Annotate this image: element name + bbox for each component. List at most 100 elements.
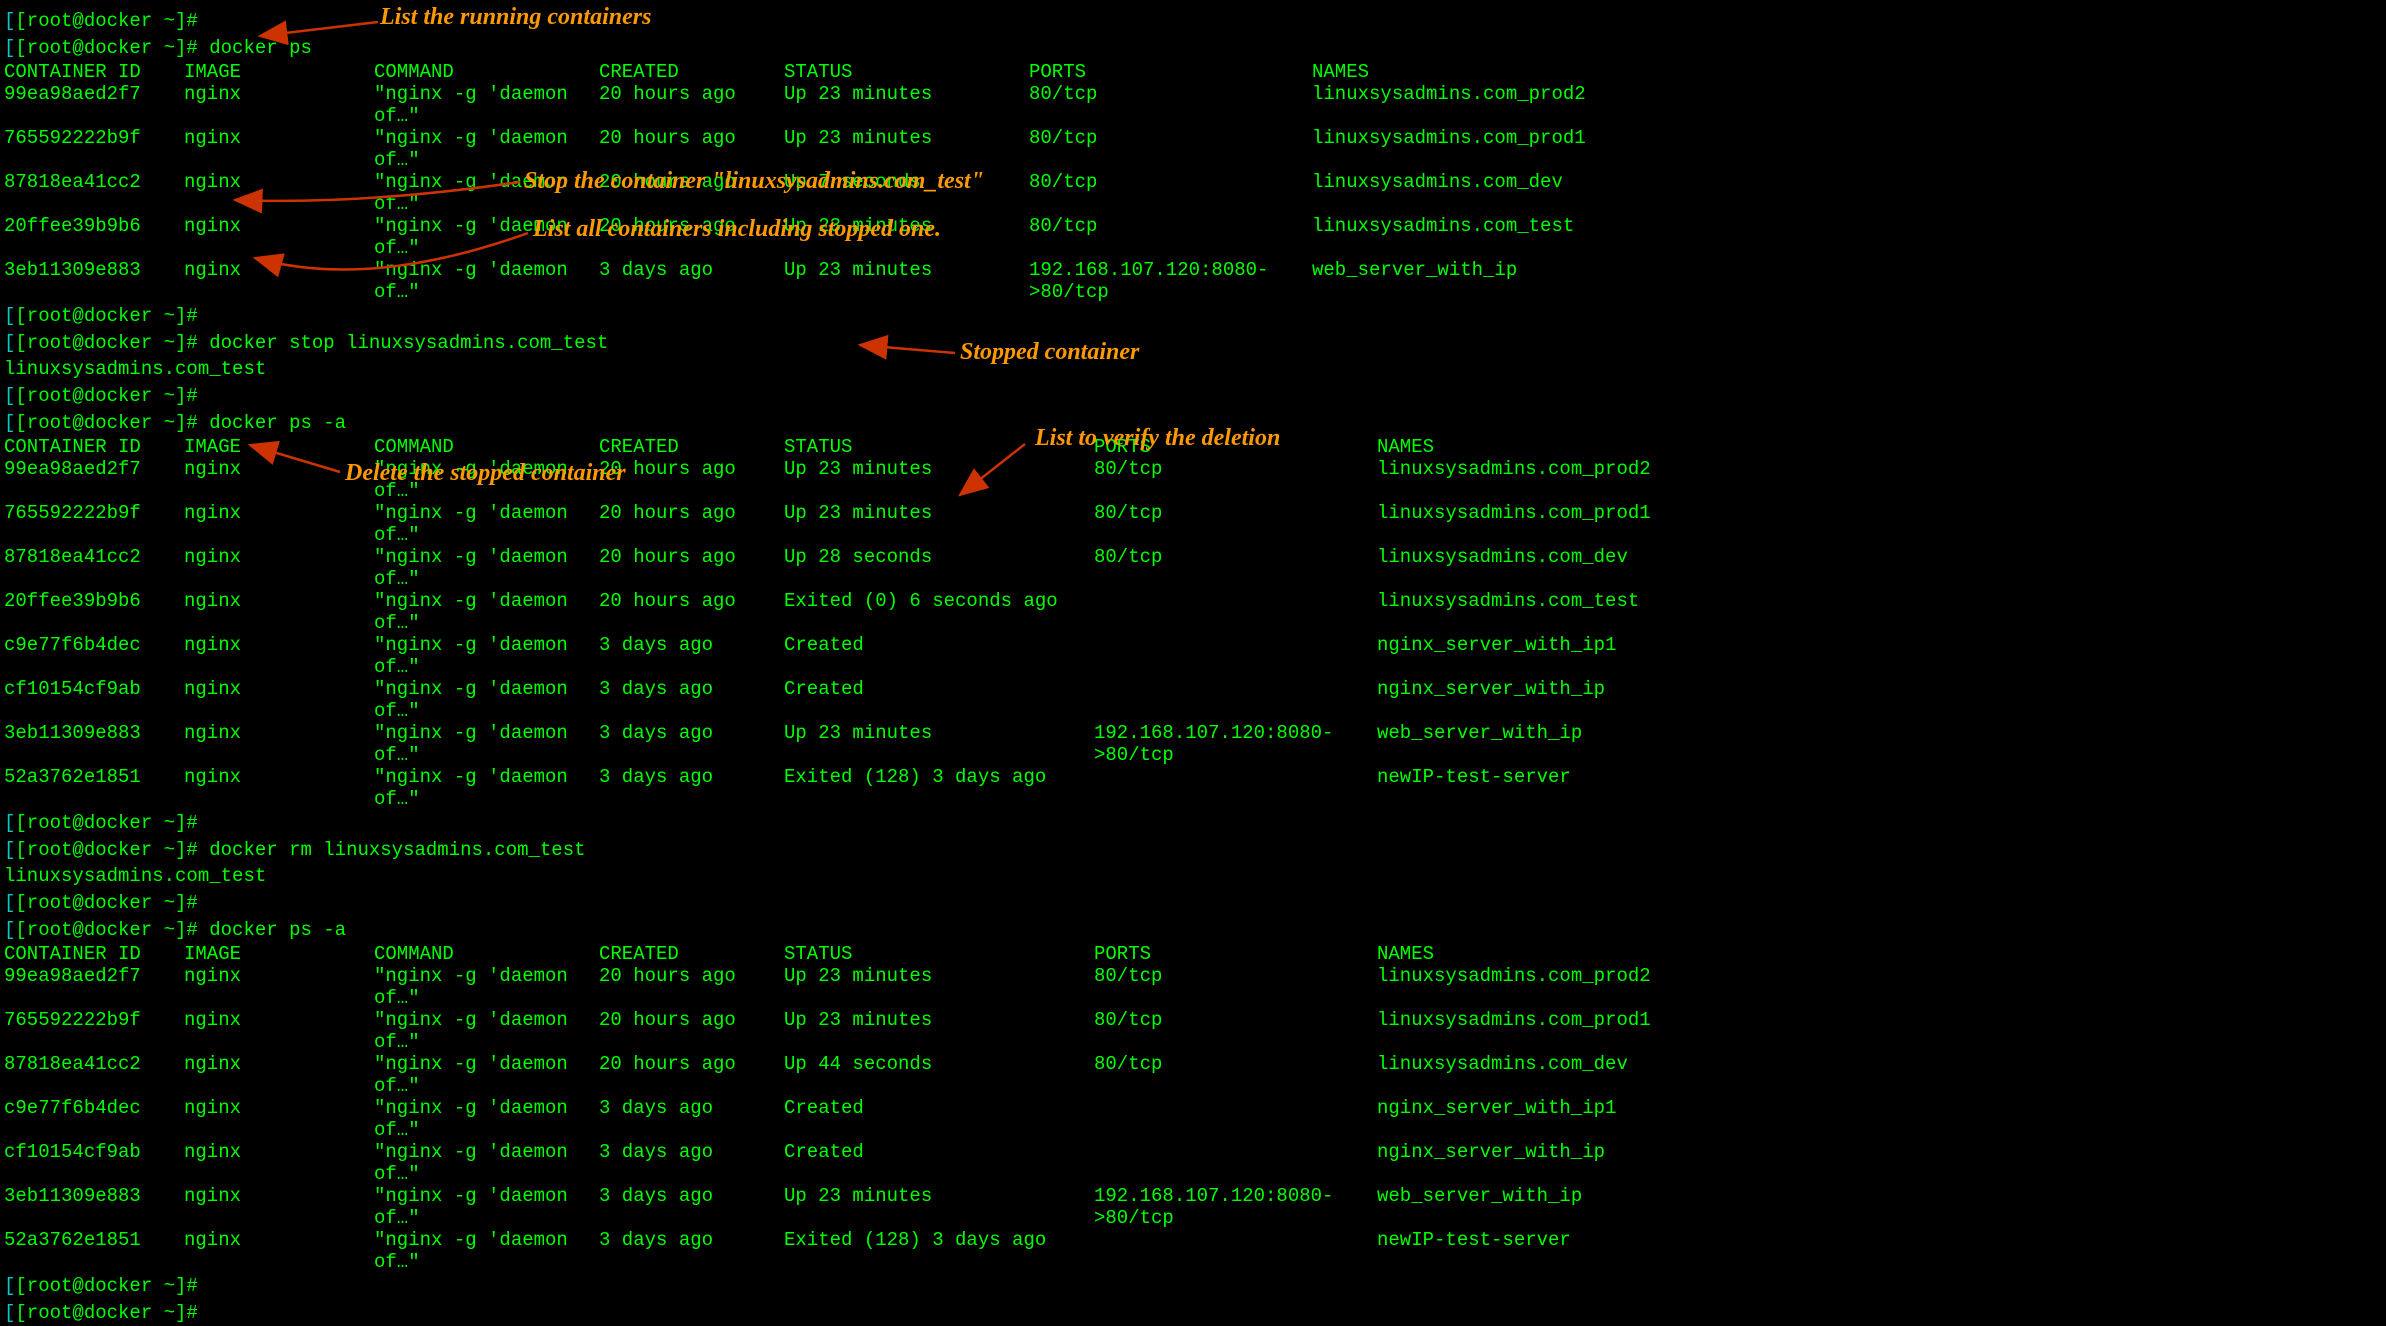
image-cell: nginx [184, 965, 374, 1009]
command-cell: "nginx -g 'daemon of…" [374, 766, 599, 810]
table-row: cf10154cf9abnginx"nginx -g 'daemon of…"3… [4, 1141, 2382, 1185]
image-cell: nginx [184, 1009, 374, 1053]
prompt-line: [[root@docker ~]# [4, 890, 2382, 917]
table-row: 52a3762e1851nginx"nginx -g 'daemon of…"3… [4, 1229, 2382, 1273]
id-cell: 20ffee39b9b6 [4, 590, 184, 634]
command-cell: "nginx -g 'daemon of…" [374, 1185, 599, 1229]
created-cell: 20 hours ago [599, 1009, 784, 1053]
names-cell: linuxsysadmins.com_test [1377, 590, 2382, 634]
names-cell: nginx_server_with_ip [1377, 678, 2382, 722]
names-cell: linuxsysadmins.com_prod2 [1312, 83, 2382, 127]
status-cell: Up 44 seconds [784, 1053, 1094, 1097]
created-cell: 3 days ago [599, 678, 784, 722]
ports-cell: 80/tcp [1029, 127, 1312, 171]
ports-cell: 192.168.107.120:8080->80/tcp [1029, 259, 1312, 303]
id-cell: 87818ea41cc2 [4, 546, 184, 590]
id-cell: c9e77f6b4dec [4, 634, 184, 678]
command-cell: "nginx -g 'daemon of…" [374, 722, 599, 766]
ports-cell: 80/tcp [1094, 1053, 1377, 1097]
image-cell: nginx [184, 502, 374, 546]
created-cell: 20 hours ago [599, 83, 784, 127]
command-line[interactable]: [[root@docker ~]# docker rm linuxsysadmi… [4, 837, 2382, 864]
image-cell: nginx [184, 722, 374, 766]
command-cell: "nginx -g 'daemon of…" [374, 1141, 599, 1185]
command-cell: "nginx -g 'daemon of…" [374, 965, 599, 1009]
status-cell: Exited (0) 6 seconds ago [784, 590, 1094, 634]
ports-cell: 80/tcp [1094, 965, 1377, 1009]
id-cell: 3eb11309e883 [4, 1185, 184, 1229]
image-cell: nginx [184, 171, 374, 215]
image-cell: nginx [184, 215, 374, 259]
names-cell: linuxsysadmins.com_prod2 [1377, 458, 2382, 502]
ports-cell [1094, 590, 1377, 634]
output-line: linuxsysadmins.com_test [4, 863, 2382, 890]
command-line[interactable]: [[root@docker ~]# docker ps -a [4, 410, 2382, 437]
id-cell: cf10154cf9ab [4, 1141, 184, 1185]
prompt-line: [[root@docker ~]# [4, 383, 2382, 410]
status-cell: Exited (128) 3 days ago [784, 766, 1094, 810]
id-cell: 52a3762e1851 [4, 1229, 184, 1273]
names-cell: linuxsysadmins.com_prod2 [1377, 965, 2382, 1009]
table-header: CONTAINER IDIMAGECOMMANDCREATEDSTATUSPOR… [4, 61, 2382, 83]
image-cell: nginx [184, 590, 374, 634]
created-cell: 20 hours ago [599, 965, 784, 1009]
id-cell: 99ea98aed2f7 [4, 458, 184, 502]
created-cell: 20 hours ago [599, 502, 784, 546]
created-cell: 3 days ago [599, 634, 784, 678]
id-cell: 87818ea41cc2 [4, 171, 184, 215]
table-row: 87818ea41cc2nginx"nginx -g 'daemon of…"2… [4, 1053, 2382, 1097]
table-row: cf10154cf9abnginx"nginx -g 'daemon of…"3… [4, 678, 2382, 722]
table-row: 52a3762e1851nginx"nginx -g 'daemon of…"3… [4, 766, 2382, 810]
created-cell: 3 days ago [599, 766, 784, 810]
command-cell: "nginx -g 'daemon of…" [374, 502, 599, 546]
command-cell: "nginx -g 'daemon of…" [374, 590, 599, 634]
ports-cell: 80/tcp [1029, 83, 1312, 127]
image-cell: nginx [184, 127, 374, 171]
command-cell: "nginx -g 'daemon of…" [374, 678, 599, 722]
status-cell: Created [784, 678, 1094, 722]
ports-cell [1094, 634, 1377, 678]
id-cell: 765592222b9f [4, 1009, 184, 1053]
table-row: 765592222b9fnginx"nginx -g 'daemon of…"2… [4, 502, 2382, 546]
command-cell: "nginx -g 'daemon of…" [374, 1009, 599, 1053]
prompt-line: [[root@docker ~]# [4, 1300, 2382, 1326]
command-cell: "nginx -g 'daemon of…" [374, 1097, 599, 1141]
terminal: [[root@docker ~]# [[root@docker ~]# dock… [4, 8, 2382, 1326]
command-line[interactable]: [[root@docker ~]# docker stop linuxsysad… [4, 330, 2382, 357]
names-cell: web_server_with_ip [1312, 259, 2382, 303]
image-cell: nginx [184, 1141, 374, 1185]
id-cell: 765592222b9f [4, 502, 184, 546]
status-cell: Up 23 minutes [784, 458, 1094, 502]
id-cell: 3eb11309e883 [4, 259, 184, 303]
table-row: 765592222b9fnginx"nginx -g 'daemon of…"2… [4, 127, 2382, 171]
id-cell: 99ea98aed2f7 [4, 83, 184, 127]
image-cell: nginx [184, 259, 374, 303]
prompt-line: [[root@docker ~]# [4, 303, 2382, 330]
table-row: 87818ea41cc2nginx"nginx -g 'daemon of…"2… [4, 171, 2382, 215]
prompt-line: [[root@docker ~]# [4, 810, 2382, 837]
command-line[interactable]: [[root@docker ~]# docker ps -a [4, 917, 2382, 944]
created-cell: 3 days ago [599, 1229, 784, 1273]
ports-cell [1094, 1097, 1377, 1141]
command-cell: "nginx -g 'daemon of…" [374, 259, 599, 303]
table-row: 3eb11309e883nginx"nginx -g 'daemon of…"3… [4, 1185, 2382, 1229]
command-line[interactable]: [[root@docker ~]# docker ps [4, 35, 2382, 62]
table-row: 765592222b9fnginx"nginx -g 'daemon of…"2… [4, 1009, 2382, 1053]
ports-cell [1094, 678, 1377, 722]
table-row: 20ffee39b9b6nginx"nginx -g 'daemon of…"2… [4, 590, 2382, 634]
image-cell: nginx [184, 83, 374, 127]
table-row: 87818ea41cc2nginx"nginx -g 'daemon of…"2… [4, 546, 2382, 590]
table-row: 3eb11309e883nginx"nginx -g 'daemon of…"3… [4, 722, 2382, 766]
names-cell: nginx_server_with_ip1 [1377, 634, 2382, 678]
image-cell: nginx [184, 458, 374, 502]
names-cell: nginx_server_with_ip1 [1377, 1097, 2382, 1141]
names-cell: linuxsysadmins.com_prod1 [1377, 1009, 2382, 1053]
table-row: 3eb11309e883nginx"nginx -g 'daemon of…"3… [4, 259, 2382, 303]
status-cell: Up 23 minutes [784, 502, 1094, 546]
command-cell: "nginx -g 'daemon of…" [374, 1053, 599, 1097]
command-cell: "nginx -g 'daemon of…" [374, 215, 599, 259]
command-cell: "nginx -g 'daemon of…" [374, 458, 599, 502]
image-cell: nginx [184, 1185, 374, 1229]
image-cell: nginx [184, 1097, 374, 1141]
command-cell: "nginx -g 'daemon of…" [374, 1229, 599, 1273]
